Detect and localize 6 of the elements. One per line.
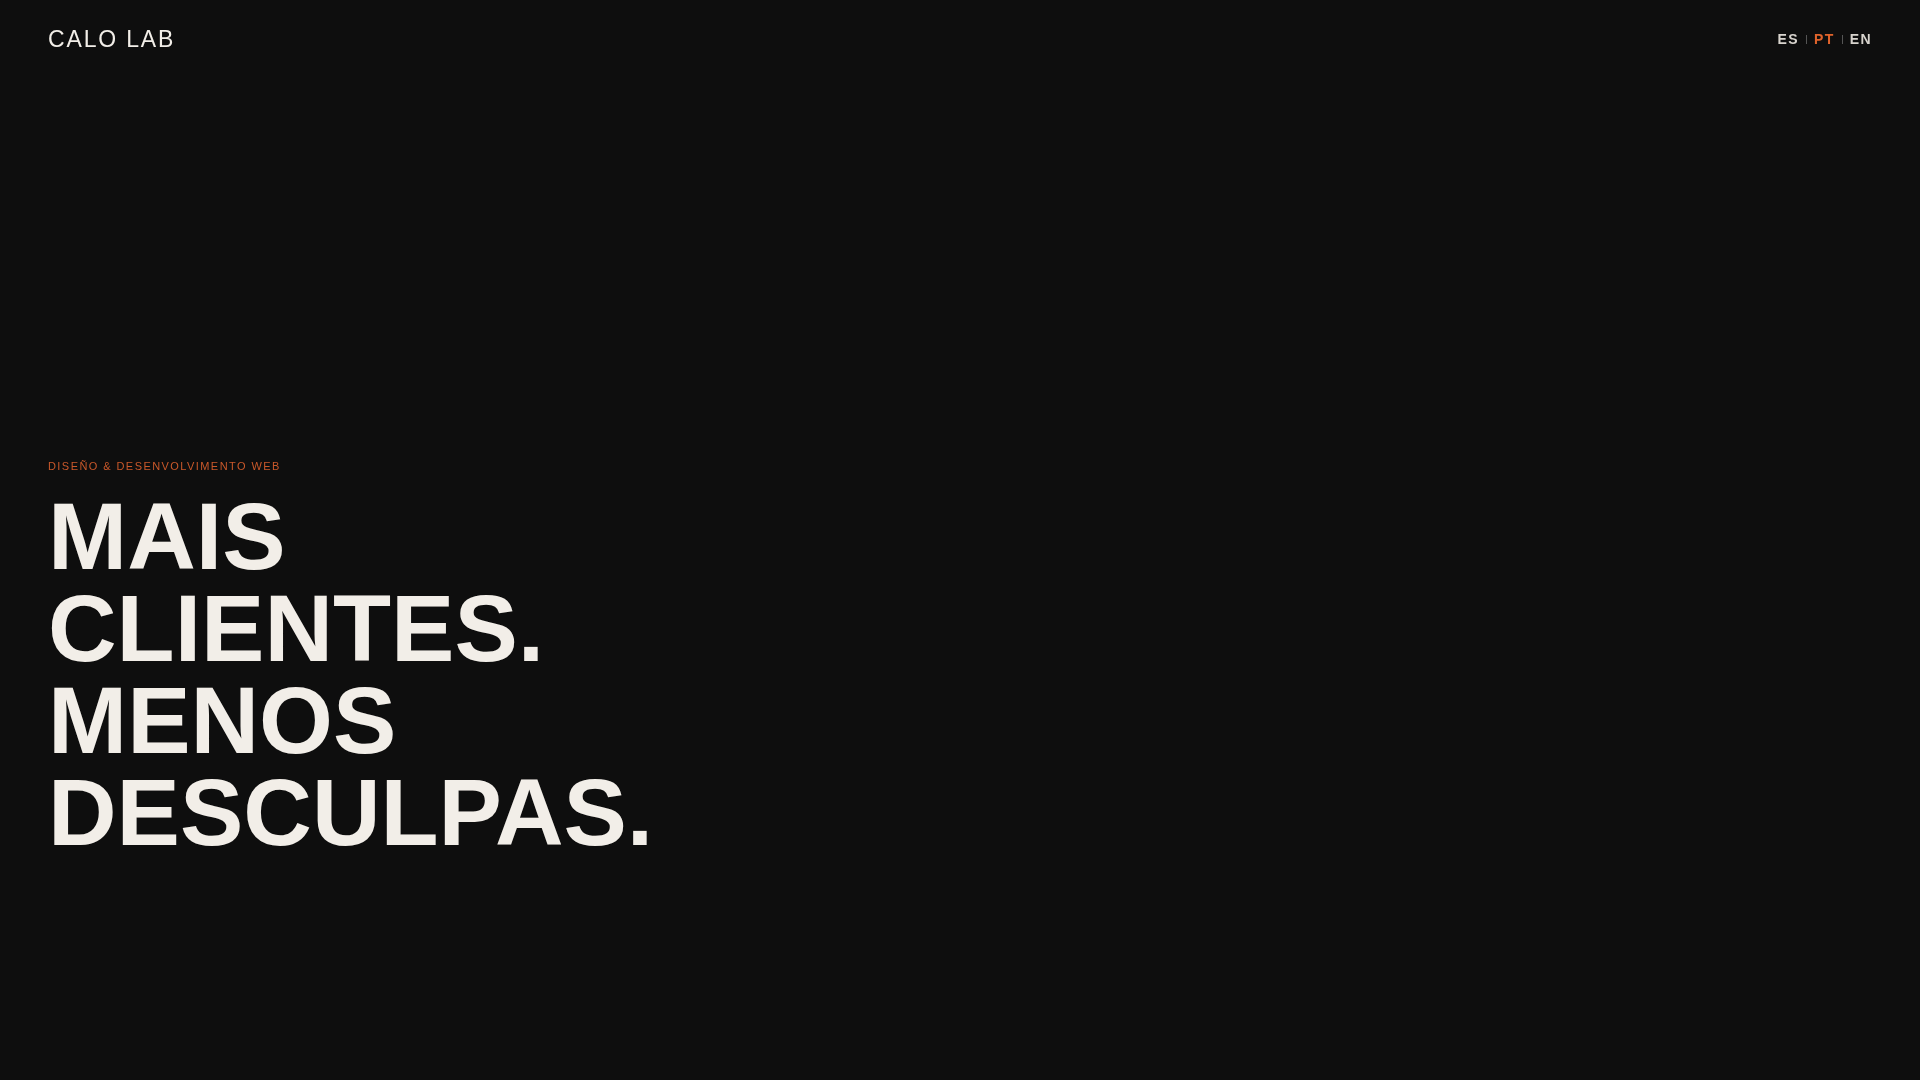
headline: MAIS CLIENTES. MENOS DESCULPAS.	[48, 490, 655, 858]
eyebrow-text: DISEÑO & DESENVOLVIMENTO WEB	[48, 458, 282, 474]
logo[interactable]: CALO LAB	[48, 22, 176, 57]
language-link[interactable]: PT	[1814, 28, 1835, 50]
language-link[interactable]: EN	[1849, 28, 1872, 50]
language-link[interactable]: ES	[1777, 28, 1800, 50]
